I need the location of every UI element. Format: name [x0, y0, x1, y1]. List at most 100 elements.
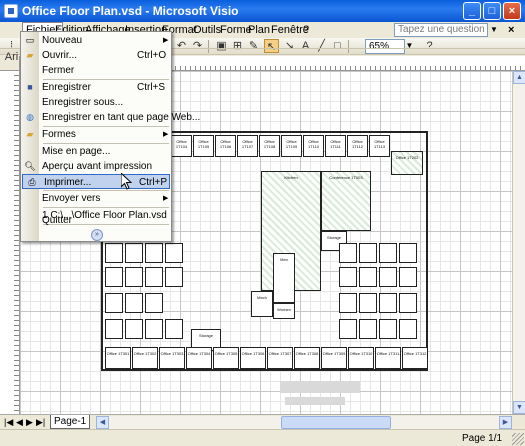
cube-workstation[interactable] [125, 267, 143, 287]
page-tab[interactable]: Page-1 [50, 415, 90, 429]
room-men[interactable]: Men [273, 253, 295, 303]
maximize-button[interactable]: □ [483, 2, 501, 20]
printer-icon: ⎙ [28, 177, 36, 187]
cube-workstation[interactable] [105, 267, 123, 287]
status-bar: Page 1/1 [0, 429, 525, 446]
cube-workstation[interactable] [125, 293, 143, 313]
room-office-bottom[interactable]: Office 1T306 [240, 347, 266, 369]
room-label: Men [280, 257, 288, 262]
last-page-icon[interactable]: ▶| [36, 417, 45, 428]
room-office-bottom[interactable]: Office 1T308 [294, 347, 320, 369]
close-button[interactable]: × [503, 2, 521, 20]
help-dropdown-arrow-icon[interactable]: ▼ [490, 25, 498, 34]
room-mech[interactable]: Mech [251, 291, 273, 317]
cube-workstation[interactable] [399, 293, 417, 313]
scroll-right-icon[interactable]: ▶ [499, 416, 512, 429]
next-page-icon[interactable]: ▶ [26, 417, 33, 428]
help-search-input[interactable]: Tapez une question [394, 23, 488, 37]
menu-item-ouvrir[interactable]: ▰ Ouvrir... Ctrl+O [21, 48, 171, 63]
cube-workstation[interactable] [339, 243, 357, 263]
cube-workstation[interactable] [359, 319, 377, 339]
menu-item-formes[interactable]: ▰ Formes ▶ [21, 127, 171, 142]
cube-workstation[interactable] [125, 243, 143, 263]
submenu-arrow-icon: ▶ [163, 195, 169, 202]
minimize-button[interactable]: _ [463, 2, 481, 20]
menu-help[interactable]: ? [300, 23, 312, 37]
cube-workstation[interactable] [105, 243, 123, 263]
cube-workstation[interactable] [379, 243, 397, 263]
cube-workstation[interactable] [359, 243, 377, 263]
expand-menu-chevron-icon[interactable]: » [91, 229, 103, 241]
room-office-top[interactable]: Office 1T107 [237, 135, 258, 157]
font-name-prefix[interactable]: Ari [4, 50, 19, 64]
visio-app-icon[interactable] [4, 4, 18, 18]
room-office-bottom[interactable]: Office 1T309 [321, 347, 347, 369]
room-label: Women [277, 307, 291, 312]
menu-item-nouveau[interactable]: ▭ Nouveau ▶ [21, 33, 171, 48]
room-office-top[interactable]: Office 1T113 [369, 135, 390, 157]
first-page-icon[interactable]: |◀ [4, 417, 13, 428]
room-office-top[interactable]: Office 1T110 [303, 135, 324, 157]
room-office-top[interactable]: Office 1T104 [171, 135, 192, 157]
menu-item-enregistrer-web[interactable]: ◍ Enregistrer en tant que page Web... [21, 110, 200, 125]
cube-workstation[interactable] [339, 319, 357, 339]
scroll-left-icon[interactable]: ◀ [96, 416, 109, 429]
room-office-top[interactable]: Office 1T109 [281, 135, 302, 157]
cube-workstation[interactable] [399, 267, 417, 287]
cube-workstation[interactable] [165, 319, 183, 339]
save-disk-icon: ■ [27, 82, 33, 92]
room-women[interactable]: Women [273, 303, 295, 319]
room-office-top[interactable]: Office 1T108 [259, 135, 280, 157]
cube-workstation[interactable] [165, 243, 183, 263]
cube-workstation[interactable] [379, 293, 397, 313]
room-office-1t202[interactable]: Office 1T202 [391, 151, 423, 175]
menu-item-enregistrer-sous[interactable]: Enregistrer sous... [21, 95, 171, 110]
room-conference[interactable]: Conference 1T003 [321, 171, 371, 231]
document-close-icon[interactable]: × [508, 24, 514, 36]
cube-workstation[interactable] [145, 293, 163, 313]
cube-workstation[interactable] [399, 243, 417, 263]
menu-item-imprimer[interactable]: ⎙ Imprimer... Ctrl+P [22, 174, 170, 189]
room-office-bottom[interactable]: Office 1T301 [105, 347, 131, 369]
cube-workstation[interactable] [145, 243, 163, 263]
room-office-bottom[interactable]: Office 1T307 [267, 347, 293, 369]
menu-item-apercu[interactable]: 🔍︎ Aperçu avant impression [21, 159, 171, 174]
cube-workstation[interactable] [165, 267, 183, 287]
menu-item-mise-en-page[interactable]: Mise en page... [21, 144, 171, 159]
room-office-bottom[interactable]: Office 1T311 [375, 347, 401, 369]
room-office-bottom[interactable]: Office 1T312 [402, 347, 428, 369]
room-office-top[interactable]: Office 1T112 [347, 135, 368, 157]
prev-page-icon[interactable]: ◀ [16, 417, 23, 428]
cube-workstation[interactable] [105, 293, 123, 313]
menu-item-envoyer-vers[interactable]: Envoyer vers ▶ [21, 191, 171, 206]
room-office-bottom[interactable]: Office 1T305 [213, 347, 239, 369]
room-label: Kitchen [284, 175, 298, 180]
scroll-up-icon[interactable]: ▲ [513, 71, 525, 84]
menu-item-fermer[interactable]: Fermer [21, 63, 171, 78]
scroll-thumb[interactable] [281, 416, 391, 429]
room-office-bottom[interactable]: Office 1T303 [159, 347, 185, 369]
horizontal-scrollbar[interactable]: ◀ ▶ [96, 416, 512, 429]
room-office-top[interactable]: Office 1T111 [325, 135, 346, 157]
cube-workstation[interactable] [145, 319, 163, 339]
room-office-top[interactable]: Office 1T105 [193, 135, 214, 157]
room-office-bottom[interactable]: Office 1T304 [186, 347, 212, 369]
menu-item-enregistrer[interactable]: ■ Enregistrer Ctrl+S [21, 80, 171, 95]
cube-workstation[interactable] [339, 267, 357, 287]
submenu-arrow-icon: ▶ [163, 131, 169, 138]
cube-workstation[interactable] [125, 319, 143, 339]
room-office-bottom[interactable]: Office 1T302 [132, 347, 158, 369]
cube-workstation[interactable] [359, 267, 377, 287]
cube-workstation[interactable] [105, 319, 123, 339]
cube-workstation[interactable] [339, 293, 357, 313]
cube-workstation[interactable] [379, 319, 397, 339]
vertical-scrollbar[interactable]: ▲ ▼ [512, 71, 525, 414]
cube-workstation[interactable] [399, 319, 417, 339]
scroll-down-icon[interactable]: ▼ [513, 401, 525, 414]
room-office-top[interactable]: Office 1T106 [215, 135, 236, 157]
cube-workstation[interactable] [379, 267, 397, 287]
cube-workstation[interactable] [145, 267, 163, 287]
room-office-bottom[interactable]: Office 1T310 [348, 347, 374, 369]
resize-grip-icon[interactable] [512, 433, 524, 445]
cube-workstation[interactable] [359, 293, 377, 313]
